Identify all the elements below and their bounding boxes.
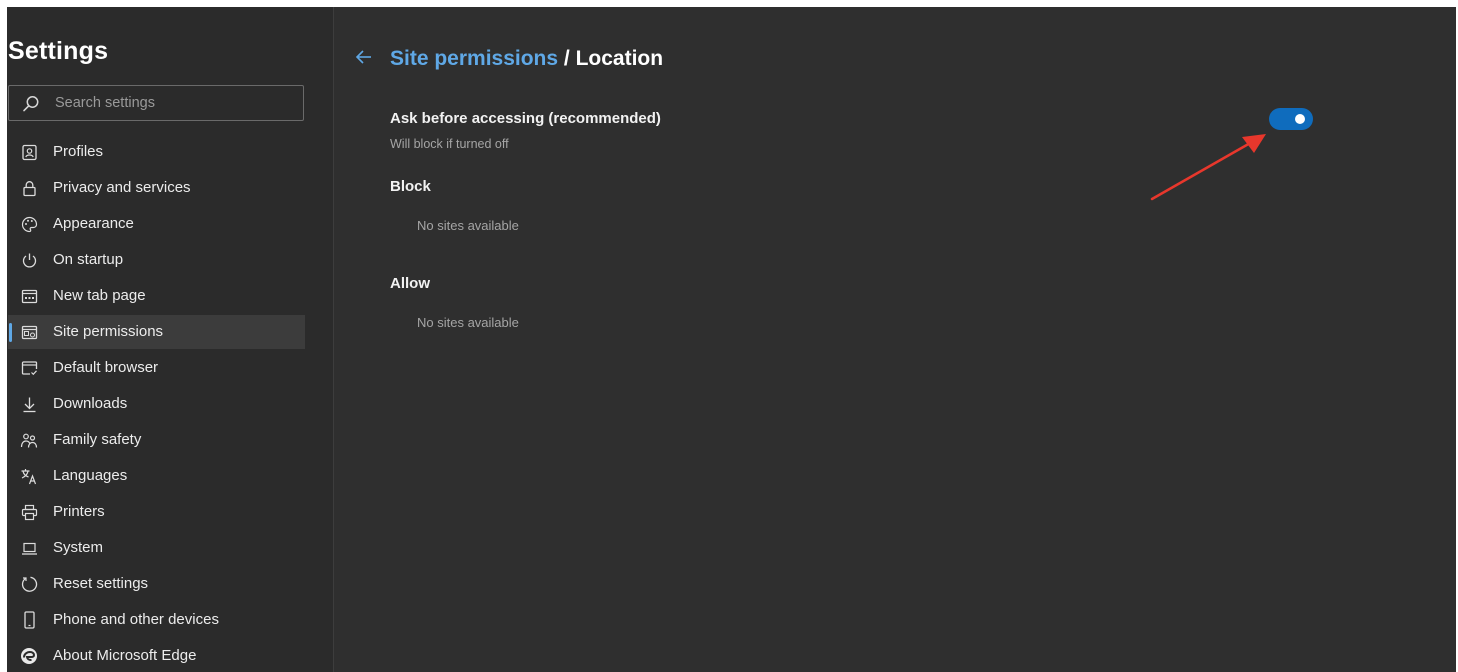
phone-icon (20, 611, 38, 629)
sidebar-item-printers[interactable]: Printers (8, 495, 305, 529)
sidebar-item-site-permissions[interactable]: Site permissions (8, 315, 305, 349)
sidebar-item-label: On startup (53, 251, 124, 268)
power-icon (20, 251, 38, 269)
sidebar-item-label: Printers (53, 503, 105, 520)
sidebar-item-label: Phone and other devices (53, 611, 219, 628)
search-box[interactable] (8, 85, 304, 121)
sidebar-item-label: Reset settings (53, 575, 149, 592)
sidebar-item-label: Site permissions (53, 323, 164, 340)
sidebar-item-phone-and-other-devices[interactable]: Phone and other devices (8, 603, 305, 637)
sidebar-item-new-tab-page[interactable]: New tab page (8, 279, 305, 313)
search-input[interactable] (55, 86, 295, 120)
reset-icon (20, 575, 38, 593)
settings-window: Settings Profiles Privacy and services (7, 7, 1456, 672)
breadcrumb-parent-link[interactable]: Site permissions (390, 47, 558, 70)
sidebar-item-label: Default browser (53, 359, 159, 376)
block-section-title: Block (390, 178, 431, 195)
annotation-arrow (1150, 134, 1266, 201)
sidebar-item-about-microsoft-edge[interactable]: About Microsoft Edge (8, 639, 305, 672)
new-tab-icon (20, 287, 38, 305)
sidebar-item-label: Profiles (53, 143, 104, 160)
sidebar-item-label: Privacy and services (53, 179, 191, 196)
main-content: Site permissions / Location Ask before a… (334, 7, 1456, 672)
block-empty-text: No sites available (417, 218, 519, 233)
breadcrumb-separator: / (558, 47, 576, 70)
sidebar-item-privacy[interactable]: Privacy and services (8, 171, 305, 205)
profile-icon (20, 143, 38, 161)
sidebar-item-label: Downloads (53, 395, 128, 412)
family-icon (20, 431, 38, 449)
search-icon (23, 96, 39, 112)
languages-icon (20, 467, 38, 485)
page-title: Location (575, 47, 664, 70)
sidebar-item-label: System (53, 539, 104, 556)
default-browser-icon (20, 359, 38, 377)
sidebar-item-appearance[interactable]: Appearance (8, 207, 305, 241)
toggle-knob (1295, 114, 1305, 124)
sidebar-item-label: Languages (53, 467, 128, 484)
allow-section-title: Allow (390, 275, 430, 292)
sidebar-item-languages[interactable]: Languages (8, 459, 305, 493)
ask-setting-description: Will block if turned off (390, 137, 509, 151)
sidebar-item-on-startup[interactable]: On startup (8, 243, 305, 277)
palette-icon (20, 215, 38, 233)
lock-icon (20, 179, 38, 197)
download-icon (20, 395, 38, 413)
ask-setting-label: Ask before accessing (recommended) (390, 110, 661, 127)
sidebar-item-label: Appearance (53, 215, 134, 232)
laptop-icon (20, 539, 38, 557)
edge-logo-icon (20, 647, 38, 665)
sidebar-item-label: New tab page (53, 287, 146, 304)
sidebar: Settings Profiles Privacy and services (7, 7, 334, 672)
sidebar-item-default-browser[interactable]: Default browser (8, 351, 305, 385)
breadcrumb: Site permissions / Location (390, 47, 663, 71)
settings-title: Settings (8, 37, 109, 65)
back-arrow-icon[interactable] (355, 47, 373, 67)
allow-empty-text: No sites available (417, 315, 519, 330)
sidebar-item-profiles[interactable]: Profiles (8, 135, 305, 169)
sidebar-item-label: About Microsoft Edge (53, 647, 197, 664)
sidebar-item-label: Family safety (53, 431, 142, 448)
sidebar-item-downloads[interactable]: Downloads (8, 387, 305, 421)
sidebar-item-system[interactable]: System (8, 531, 305, 565)
printer-icon (20, 503, 38, 521)
site-permissions-icon (20, 323, 38, 341)
sidebar-item-reset-settings[interactable]: Reset settings (8, 567, 305, 601)
ask-before-accessing-toggle[interactable] (1269, 108, 1313, 130)
sidebar-item-family-safety[interactable]: Family safety (8, 423, 305, 457)
